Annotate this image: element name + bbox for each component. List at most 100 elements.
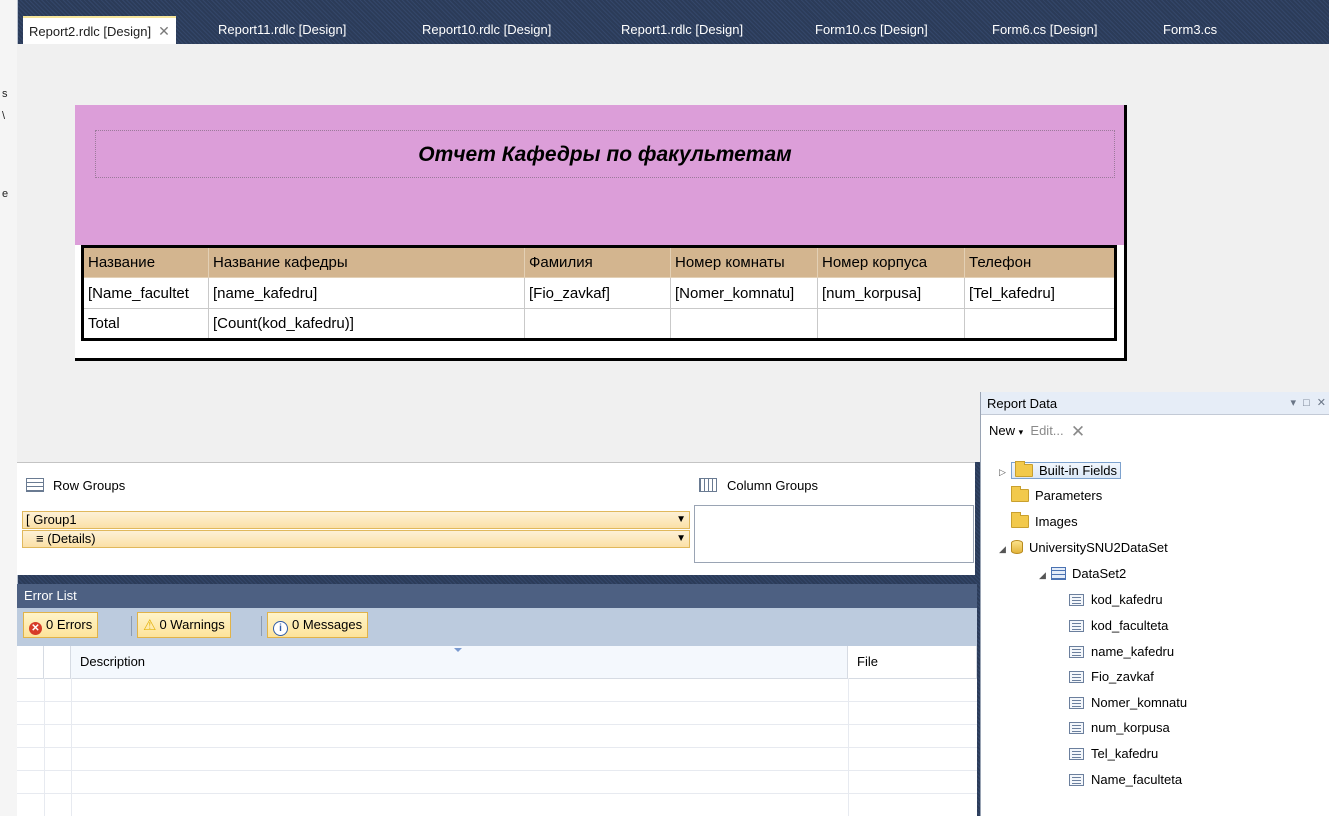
table-header-cell[interactable]: Номер комнаты — [670, 246, 818, 278]
tree-item-label: Nomer_komnatu — [1091, 695, 1188, 710]
tree-item-field[interactable]: Nomer_komnatu — [1069, 690, 1187, 715]
table-header-cell[interactable]: Фамилия — [524, 246, 671, 278]
tree-item-label: Name_faculteta — [1091, 772, 1183, 787]
messages-count: 0 Messages — [292, 617, 363, 632]
tree-item-field[interactable]: name_kafedru — [1069, 639, 1174, 664]
group-label: [ Group1 — [26, 512, 77, 527]
field-icon — [1069, 594, 1084, 606]
table-cell[interactable]: [Fio_zavkaf] — [524, 277, 671, 309]
tab-report1-design[interactable]: Report1.rdlc [Design] — [621, 16, 743, 44]
column-groups-label: Column Groups — [727, 478, 819, 493]
tree-item-label: kod_kafedru — [1091, 592, 1163, 607]
tree-item-images[interactable]: Images — [1011, 509, 1078, 534]
collapse-arrow-icon[interactable]: ◢ — [1039, 563, 1051, 588]
column-header-file[interactable]: File — [848, 646, 977, 678]
folder-icon — [1011, 486, 1029, 502]
errors-filter-button[interactable]: ✕ 0 Errors — [23, 612, 99, 638]
table-header-cell[interactable]: Название кафедры — [208, 246, 525, 278]
tree-item-field[interactable]: kod_kafedru — [1069, 587, 1163, 612]
dropdown-arrow-icon[interactable]: ▼ — [676, 512, 686, 528]
tab-form6-design[interactable]: Form6.cs [Design] — [992, 16, 1097, 44]
tree-item-label: DataSet2 — [1072, 566, 1127, 581]
group-label: ≡ (Details) — [36, 531, 96, 546]
table-header-cell[interactable]: Название — [82, 246, 209, 278]
field-icon — [1069, 774, 1084, 786]
report-data-pane: Report Data ▾ □ ✕ New ▾ Edit... ✕ ▷ Built… — [980, 392, 1329, 816]
tree-item-field[interactable]: kod_faculteta — [1069, 613, 1168, 638]
collapse-arrow-icon[interactable]: ◢ — [999, 537, 1011, 562]
table-header-cell[interactable]: Номер корпуса — [817, 246, 965, 278]
tree-item-field[interactable]: Fio_zavkaf — [1069, 664, 1154, 689]
dropdown-arrow-icon[interactable]: ▼ — [676, 531, 686, 547]
tree-item-parameters[interactable]: Parameters — [1011, 483, 1102, 508]
field-icon — [1069, 748, 1084, 760]
table-header-cell[interactable]: Телефон — [964, 246, 1116, 278]
toolbar-separator — [131, 616, 132, 636]
table-row: [Name_facultet [name_kafedru] [Fio_zavka… — [82, 277, 1116, 309]
column-header-index[interactable] — [44, 646, 71, 678]
row-groups-icon — [26, 478, 44, 492]
pane-window-controls-icon[interactable]: ▾ □ ✕ — [1291, 392, 1329, 415]
tab-label: Report10.rdlc [Design] — [422, 22, 552, 37]
expand-arrow-icon[interactable]: ▷ — [999, 460, 1011, 485]
messages-filter-button[interactable]: i 0 Messages — [267, 612, 369, 638]
close-icon[interactable]: ✕ — [158, 23, 170, 39]
table-cell[interactable] — [964, 308, 1116, 340]
report-title-textbox[interactable]: Отчет Кафедры по факультетам — [95, 130, 1115, 178]
delete-icon[interactable]: ✕ — [1071, 422, 1085, 441]
warnings-filter-button[interactable]: ⚠ 0 Warnings — [137, 612, 231, 638]
error-list-toolbar: ✕ 0 Errors ⚠ 0 Warnings i 0 Messages — [17, 608, 977, 646]
tree-item-label: Images — [1035, 514, 1078, 529]
report-header[interactable]: Отчет Кафедры по факультетам — [75, 105, 1124, 245]
table-cell[interactable]: [Tel_kafedru] — [964, 277, 1116, 309]
tree-item-label: Parameters — [1035, 488, 1103, 503]
tab-form3[interactable]: Form3.cs — [1163, 16, 1217, 44]
strip-text: e — [2, 188, 9, 200]
row-group-details[interactable]: ≡ (Details) ▼ — [22, 530, 690, 548]
table-cell[interactable] — [817, 308, 965, 340]
strip-text: s — [2, 88, 8, 100]
tree-item-field[interactable]: Name_faculteta — [1069, 767, 1182, 792]
tree-item-builtin-fields[interactable]: ▷ Built-in Fields — [999, 458, 1122, 485]
tab-report2-design[interactable]: Report2.rdlc [Design] ✕ — [23, 16, 176, 46]
column-groups-list[interactable] — [694, 505, 974, 563]
table-cell[interactable]: [Nomer_komnatu] — [670, 277, 818, 309]
field-icon — [1069, 697, 1084, 709]
new-button[interactable]: New ▾ — [989, 423, 1023, 438]
report-body[interactable]: Отчет Кафедры по факультетам Название На… — [75, 105, 1127, 361]
tree-item-dataset2[interactable]: ◢ DataSet2 — [1039, 561, 1126, 586]
tab-label: Form6.cs [Design] — [992, 22, 1098, 37]
report-data-toolbar: New ▾ Edit... ✕ — [981, 415, 1329, 447]
table-cell[interactable]: [Name_facultet — [82, 277, 209, 309]
report-table[interactable]: Название Название кафедры Фамилия Номер … — [81, 245, 1117, 341]
tree-item-label: Built-in Fields — [1039, 463, 1118, 478]
tab-report10-design[interactable]: Report10.rdlc [Design] — [422, 16, 551, 44]
tab-report11-design[interactable]: Report11.rdlc [Design] — [218, 16, 346, 44]
warning-icon: ⚠ — [143, 617, 157, 634]
column-header-icon[interactable] — [17, 646, 44, 678]
tree-item-dataset-source[interactable]: ◢ UniversitySNU2DataSet — [999, 535, 1168, 560]
database-icon — [1011, 540, 1023, 554]
tab-form10-design[interactable]: Form10.cs [Design] — [815, 16, 928, 44]
table-cell[interactable]: [name_kafedru] — [208, 277, 525, 309]
table-cell[interactable]: [Count(kod_kafedru)] — [208, 308, 525, 340]
tree-item-label: name_kafedru — [1091, 644, 1175, 659]
tree-item-label: UniversitySNU2DataSet — [1029, 540, 1168, 555]
table-cell[interactable]: Total — [82, 308, 209, 340]
table-cell[interactable] — [524, 308, 671, 340]
row-group-group1[interactable]: [ Group1 ▼ — [22, 511, 690, 529]
error-list-panel: Error List ✕ 0 Errors ⚠ 0 Warnings i 0 Mess… — [17, 584, 977, 816]
edit-button[interactable]: Edit... — [1030, 423, 1063, 438]
report-data-title: Report Data — [987, 396, 1058, 411]
sort-indicator-icon — [454, 648, 462, 652]
error-list-title: Error List — [17, 584, 977, 608]
error-list-header: Description File — [17, 646, 977, 679]
table-cell[interactable] — [670, 308, 818, 340]
field-icon — [1069, 646, 1084, 658]
tree-item-field[interactable]: num_korpusa — [1069, 715, 1170, 740]
tree-item-field[interactable]: Tel_kafedru — [1069, 741, 1158, 766]
folder-icon — [1011, 512, 1029, 528]
chevron-down-icon: ▾ — [1018, 427, 1024, 437]
table-cell[interactable]: [num_korpusa] — [817, 277, 965, 309]
warnings-count: 0 Warnings — [159, 617, 225, 632]
